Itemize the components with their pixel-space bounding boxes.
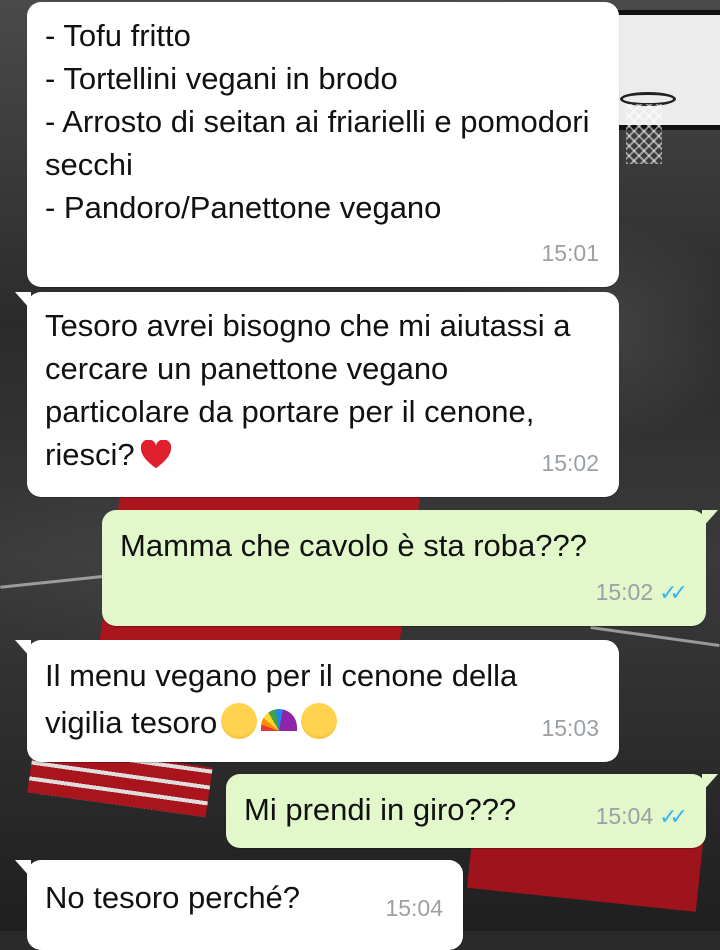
message-text: Tesoro avrei bisogno che mi aiutassi a c… <box>45 308 571 472</box>
message-timestamp: 15:03 <box>541 715 599 741</box>
chat-thread[interactable]: - Tofu fritto - Tortellini vegani in bro… <box>0 0 720 950</box>
incoming-message[interactable]: Il menu vegano per il cenone della vigil… <box>15 640 619 762</box>
red-heart-icon <box>140 440 171 469</box>
message-text-wrap: Tesoro avrei bisogno che mi aiutassi a c… <box>45 304 585 476</box>
bubble-tail <box>15 860 31 878</box>
outgoing-message[interactable]: Mi prendi in giro??? 15:04 ✓✓ <box>226 774 718 848</box>
message-text: Mamma che cavolo è sta roba??? <box>120 528 587 563</box>
incoming-message[interactable]: Tesoro avrei bisogno che mi aiutassi a c… <box>15 292 619 497</box>
bubble-tail <box>15 640 31 658</box>
heart-eyes-face-icon <box>301 703 338 739</box>
message-meta: 15:04 ✓✓ <box>595 795 688 838</box>
message-timestamp: 15:04 <box>595 803 654 829</box>
message-timestamp: 15:02 <box>595 579 654 605</box>
message-meta: 15:02 ✓✓ <box>595 571 688 614</box>
incoming-message[interactable]: No tesoro perché? 15:04 <box>15 860 463 950</box>
message-timestamp: 15:02 <box>541 450 599 476</box>
incoming-message[interactable]: - Tofu fritto - Tortellini vegani in bro… <box>27 2 619 287</box>
message-text: - Tofu fritto - Tortellini vegani in bro… <box>45 18 590 225</box>
outgoing-message[interactable]: Mamma che cavolo è sta roba??? 15:02 ✓✓ <box>102 510 718 626</box>
bubble-tail <box>702 774 718 792</box>
double-check-icon: ✓✓ <box>659 580 688 605</box>
bubble-tail <box>15 292 31 310</box>
message-text-wrap: Il menu vegano per il cenone della vigil… <box>45 654 565 744</box>
bubble-tail <box>702 510 718 528</box>
message-timestamp: 15:01 <box>541 240 599 266</box>
message-timestamp: 15:04 <box>385 895 443 921</box>
smiling-blush-face-icon <box>221 703 258 739</box>
double-check-icon: ✓✓ <box>659 804 688 829</box>
rainbow-icon <box>261 709 298 731</box>
